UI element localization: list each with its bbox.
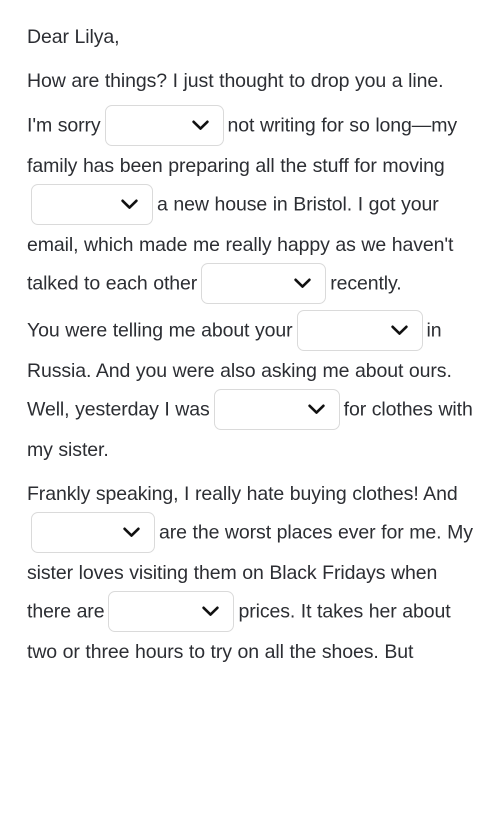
paragraph-greeting: Dear Lilya, [27, 18, 480, 56]
opinion-text-1: Frankly speaking, I really hate buying c… [27, 483, 458, 505]
dropdown-gap-6[interactable] [31, 512, 155, 553]
dropdown-gap-4[interactable] [296, 310, 423, 351]
greeting-text: Dear Lilya, [27, 26, 120, 48]
apology-text-1: I'm sorry [27, 114, 101, 137]
chevron-down-icon [121, 199, 138, 210]
chevron-down-icon [202, 606, 220, 617]
apology-text-4: recently. [330, 272, 402, 295]
paragraph-opinion: Frankly speaking, I really hate buying c… [27, 475, 480, 671]
shopping-text-1: You were telling me about your [27, 319, 293, 342]
dropdown-gap-7[interactable] [108, 591, 235, 632]
paragraph-shopping: You were telling me about your in Russia.… [27, 310, 480, 469]
chevron-down-icon [191, 120, 209, 131]
opening-text: How are things? I just thought to drop y… [27, 70, 444, 92]
dropdown-gap-5[interactable] [213, 389, 340, 430]
chevron-down-icon [123, 527, 140, 538]
dropdown-gap-3[interactable] [201, 263, 327, 304]
paragraph-opening: How are things? I just thought to drop y… [27, 62, 480, 100]
dropdown-gap-2[interactable] [31, 184, 153, 225]
chevron-down-icon [294, 278, 311, 289]
dropdown-gap-1[interactable] [104, 105, 224, 146]
paragraph-apology: I'm sorry not writing for so long—my fami… [27, 105, 480, 305]
letter-exercise-page: Dear Lilya, How are things? I just thoug… [0, 0, 500, 839]
chevron-down-icon [390, 325, 408, 336]
chevron-down-icon [307, 404, 325, 415]
